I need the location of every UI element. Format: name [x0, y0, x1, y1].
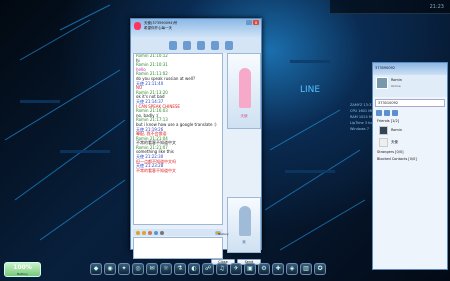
app-icon[interactable]: ✦ — [118, 263, 130, 275]
app-icon[interactable]: ☍ — [202, 263, 214, 275]
contacts-icon[interactable] — [376, 110, 382, 116]
status-badge[interactable]: Online — [391, 84, 401, 88]
app-icon[interactable]: ✈ — [230, 263, 242, 275]
avatar[interactable] — [376, 77, 388, 89]
history-button[interactable]: History — [215, 230, 229, 236]
group-friends[interactable]: Friends [1/2] — [373, 118, 447, 125]
screenshot-icon[interactable] — [160, 230, 164, 235]
groups-icon[interactable] — [384, 110, 390, 116]
dock: ◆ ◉ ✦ ◎ ✉ ☼ ⚗ ◐ ☍ ♫ ✈ ▣ ⚙ ✚ ◈ ▥ ✪ — [90, 260, 365, 278]
file-transfer-icon[interactable] — [197, 41, 205, 50]
qq-penguin-icon — [134, 22, 141, 30]
recent-icon[interactable] — [392, 110, 398, 116]
buddy-tabs — [373, 109, 447, 118]
buddy-name: 天使 — [391, 140, 398, 144]
chat-toolbar — [131, 39, 261, 53]
buddy-photo: 天使 — [227, 53, 261, 129]
male-avatar-icon — [239, 206, 251, 236]
buddy-window-title: 373590092 — [375, 66, 396, 70]
app-icon[interactable]: ✚ — [272, 263, 284, 275]
shake-icon[interactable] — [148, 230, 152, 235]
my-photo: 我 — [227, 197, 261, 253]
profile-panel: Romin Online — [373, 75, 447, 97]
more-icon[interactable] — [225, 41, 233, 50]
chat-window[interactable]: 天使(373590094)号 希望你开心每一天 x Romin 21:10:12… — [130, 18, 262, 265]
app-icon[interactable]: ◆ — [90, 263, 102, 275]
close-icon[interactable]: x — [253, 20, 259, 25]
avatar — [379, 138, 388, 147]
app-icon[interactable]: ✉ — [146, 263, 158, 275]
female-avatar-icon — [239, 68, 251, 108]
app-icon[interactable]: ♫ — [216, 263, 228, 275]
voice-call-icon[interactable] — [183, 41, 191, 50]
message-input[interactable] — [133, 237, 223, 259]
app-icon[interactable]: ▣ — [244, 263, 256, 275]
edit-toolbar: History — [133, 229, 229, 236]
buddy-titlebar[interactable]: 373590092 — [373, 63, 447, 75]
chat-subtitle: 希望你开心每一天 — [144, 26, 172, 30]
app-icon[interactable]: ⚙ — [258, 263, 270, 275]
app-icon[interactable]: ✪ — [314, 263, 326, 275]
battery-caption: Battery — [16, 272, 29, 276]
app-icon[interactable]: ▥ — [300, 263, 312, 275]
video-call-icon[interactable] — [169, 41, 177, 50]
battery-percent: 100% — [13, 264, 32, 271]
group-blocked[interactable]: Blocked Contacts [0/0] — [373, 156, 447, 163]
app-icon[interactable]: ◐ — [188, 263, 200, 275]
message-text: 不常的看客不知道中文 — [136, 167, 176, 173]
avatar — [379, 126, 388, 135]
font-icon[interactable] — [136, 230, 140, 235]
message-history[interactable]: Romin 21:10:12 hi Romin 21:10:31 hello Romin… — [133, 53, 223, 225]
app-icon[interactable]: ☼ — [160, 263, 172, 275]
buddy-name: Romin — [391, 128, 403, 132]
group-strangers[interactable]: Strangers [0/0] — [373, 149, 447, 156]
my-photo-caption: 我 — [242, 240, 246, 244]
profile-name: Romin — [391, 78, 403, 82]
buddy-photo-caption: 天使 — [240, 114, 248, 118]
list-item[interactable]: Romin — [373, 125, 447, 137]
chat-titlebar[interactable]: 天使(373590094)号 希望你开心每一天 x — [131, 19, 261, 39]
battery-gadget: 100% Battery — [4, 262, 41, 277]
app-icon[interactable]: ⚗ — [174, 263, 186, 275]
svg-text:LINE: LINE — [300, 85, 320, 95]
picture-icon[interactable] — [154, 230, 158, 235]
emoticon-icon[interactable] — [142, 230, 146, 235]
top-bar: 21:23 — [330, 0, 450, 14]
app-icon[interactable] — [211, 41, 219, 50]
search-input[interactable]: 373010092 — [375, 99, 445, 107]
app-icon[interactable]: ◉ — [104, 263, 116, 275]
minimize-icon[interactable] — [246, 20, 252, 25]
clock: 21:23 — [429, 4, 444, 10]
app-icon[interactable]: ◈ — [286, 263, 298, 275]
buddy-list-window[interactable]: 373590092 Romin Online 373010092 Friends… — [372, 62, 448, 270]
list-item[interactable]: 天使 — [373, 137, 447, 149]
app-icon[interactable]: ◎ — [132, 263, 144, 275]
